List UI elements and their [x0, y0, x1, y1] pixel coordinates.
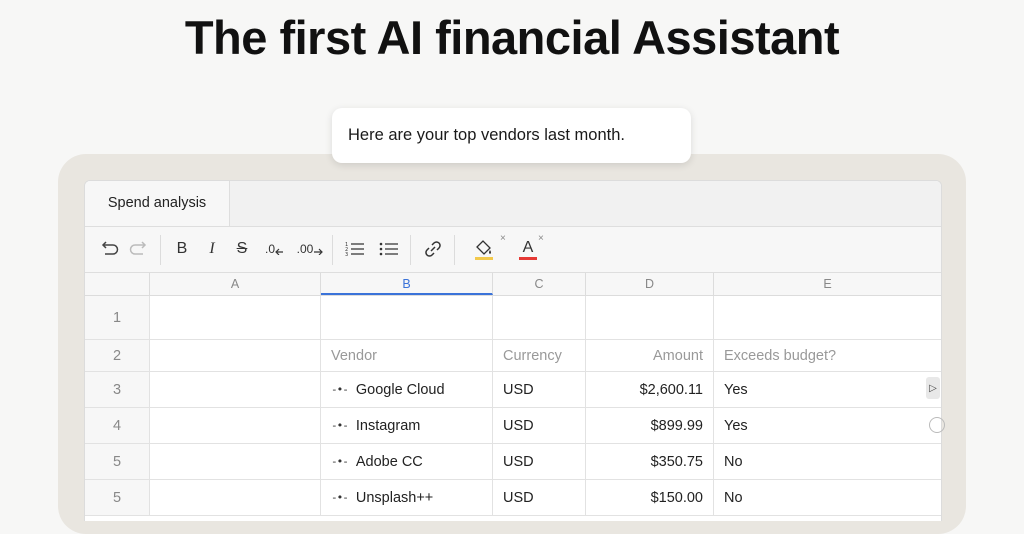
amount-header[interactable]: Amount — [586, 340, 714, 371]
vendor-name: Adobe CC — [355, 453, 423, 470]
column-header-e[interactable]: E — [714, 273, 941, 295]
paint-bucket-icon — [475, 240, 493, 260]
exceeds-cell[interactable]: Yes — [714, 408, 941, 443]
table-row: 5 -•- Unsplash++ USD $150.00 No — [85, 480, 941, 516]
assistant-message: Here are your top vendors last month. — [332, 108, 691, 163]
currency-cell[interactable]: USD — [493, 408, 586, 443]
vendor-header[interactable]: Vendor — [321, 340, 493, 371]
format-toolbar: B I S .0 .00 123 × A × — [85, 227, 941, 273]
cell[interactable] — [150, 340, 321, 371]
table-header-row: 2 Vendor Currency Amount Exceeds budget? — [85, 340, 941, 372]
decrease-decimal-button[interactable]: .0 — [262, 236, 288, 262]
currency-header[interactable]: Currency — [493, 340, 586, 371]
amount-cell[interactable]: $150.00 — [586, 480, 714, 515]
svg-text:3: 3 — [345, 252, 348, 258]
text-color-label: A — [522, 238, 534, 256]
cell[interactable] — [586, 296, 714, 339]
decrease-decimal-label: .0 — [264, 242, 275, 256]
numbered-list-icon: 123 — [345, 242, 364, 258]
strikethrough-button[interactable]: S — [230, 236, 254, 262]
clear-text-color-icon[interactable]: × — [538, 233, 544, 244]
table-row: 1 — [85, 296, 941, 340]
arrow-left-icon — [275, 248, 283, 255]
toolbar-divider — [332, 235, 333, 265]
cell[interactable] — [150, 372, 321, 407]
increase-decimal-label: .00 — [296, 242, 314, 256]
tab-spend-analysis[interactable]: Spend analysis — [85, 181, 230, 226]
vendor-cell[interactable]: -•- Instagram — [321, 408, 493, 443]
play-icon: ▷ — [929, 382, 937, 394]
toolbar-divider — [454, 235, 455, 265]
column-header-a[interactable]: A — [150, 273, 321, 295]
column-header-b[interactable]: B — [321, 273, 493, 295]
amount-cell[interactable]: $350.75 — [586, 444, 714, 479]
exceeds-cell[interactable]: No — [714, 444, 941, 479]
bullet-list-icon — [379, 242, 398, 256]
column-header-d[interactable]: D — [586, 273, 714, 295]
fill-color-button[interactable] — [472, 236, 496, 262]
spreadsheet: Spend analysis B I S .0 .00 123 × A × A … — [84, 180, 942, 521]
redo-button[interactable] — [127, 236, 151, 262]
arrow-right-icon — [314, 248, 324, 255]
headline: The first AI financial Assistant — [184, 11, 840, 64]
cell[interactable] — [150, 408, 321, 443]
toolbar-divider — [160, 235, 161, 265]
redo-icon — [129, 241, 147, 255]
numbered-list-button[interactable]: 123 — [343, 236, 367, 262]
sheet-tab-bar: Spend analysis — [85, 181, 941, 227]
table-row: 5 -•- Adobe CC USD $350.75 No — [85, 444, 941, 480]
clear-fill-icon[interactable]: × — [500, 233, 506, 244]
vendor-name: Unsplash++ — [355, 489, 434, 506]
vendor-name: Instagram — [355, 417, 421, 434]
row-status-circle-icon[interactable] — [929, 417, 945, 433]
bullet-list-button[interactable] — [377, 236, 401, 262]
undo-button[interactable] — [97, 236, 121, 262]
cell[interactable] — [150, 444, 321, 479]
amount-cell[interactable]: $2,600.11 — [586, 372, 714, 407]
undo-icon — [101, 241, 119, 255]
row-number[interactable]: 5 — [85, 480, 150, 515]
text-color-button[interactable]: A — [516, 236, 540, 262]
vendor-icon: -•- — [331, 491, 349, 504]
currency-cell[interactable]: USD — [493, 444, 586, 479]
corner-cell[interactable] — [85, 273, 150, 295]
text-color-swatch — [519, 256, 537, 260]
cell[interactable] — [150, 480, 321, 515]
column-header-c[interactable]: C — [493, 273, 586, 295]
vendor-icon: -•- — [331, 419, 349, 432]
cell[interactable] — [493, 296, 586, 339]
row-number[interactable]: 1 — [85, 296, 150, 339]
exceeds-cell[interactable]: Yes — [714, 372, 941, 407]
vendor-cell[interactable]: -•- Unsplash++ — [321, 480, 493, 515]
increase-decimal-button[interactable]: .00 — [295, 236, 325, 262]
row-action-button[interactable]: ▷ — [926, 377, 940, 399]
vendor-name: Google Cloud — [355, 381, 445, 398]
insert-link-button[interactable] — [421, 236, 445, 262]
amount-cell[interactable]: $899.99 — [586, 408, 714, 443]
row-number[interactable]: 3 — [85, 372, 150, 407]
cell[interactable] — [714, 296, 941, 339]
cell[interactable] — [321, 296, 493, 339]
row-number[interactable]: 5 — [85, 444, 150, 479]
bold-button[interactable]: B — [170, 236, 194, 262]
column-headers: A B C D E — [85, 273, 941, 296]
italic-button[interactable]: I — [200, 236, 224, 262]
row-number[interactable]: 2 — [85, 340, 150, 371]
exceeds-budget-header[interactable]: Exceeds budget? — [714, 340, 941, 371]
row-number[interactable]: 4 — [85, 408, 150, 443]
vendor-icon: -•- — [331, 455, 349, 468]
currency-cell[interactable]: USD — [493, 480, 586, 515]
cell[interactable] — [150, 296, 321, 339]
vendor-cell[interactable]: -•- Adobe CC — [321, 444, 493, 479]
table-row: 3 -•- Google Cloud USD $2,600.11 Yes — [85, 372, 941, 408]
vendor-icon: -•- — [331, 383, 349, 396]
table-row: 4 -•- Instagram USD $899.99 Yes — [85, 408, 941, 444]
currency-cell[interactable]: USD — [493, 372, 586, 407]
vendor-cell[interactable]: -•- Google Cloud — [321, 372, 493, 407]
link-icon — [425, 241, 441, 257]
toolbar-divider — [410, 235, 411, 265]
exceeds-cell[interactable]: No — [714, 480, 941, 515]
